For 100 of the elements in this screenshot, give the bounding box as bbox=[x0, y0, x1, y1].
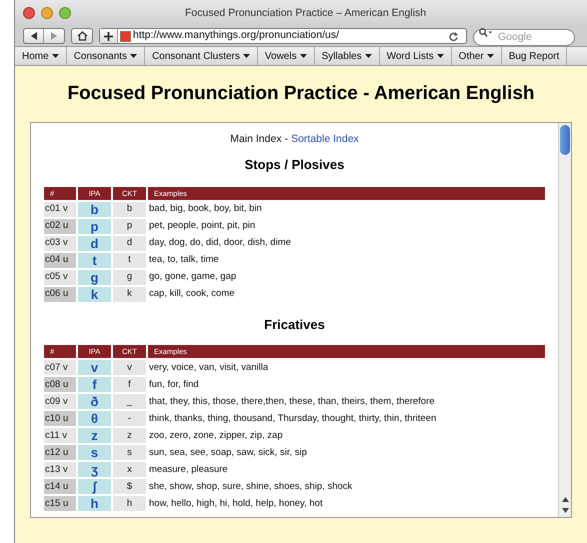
dropdown-arrow-icon bbox=[130, 54, 138, 58]
table-cell: c04 u bbox=[44, 252, 76, 268]
close-button[interactable] bbox=[23, 7, 35, 19]
section-heading: Fricatives bbox=[264, 316, 325, 334]
add-bookmark-button[interactable] bbox=[100, 29, 118, 43]
ipa-symbol-link[interactable]: f bbox=[78, 377, 111, 392]
table-cell: $ bbox=[113, 479, 146, 494]
table-cell-text: day, dog, do, did, door, dish, dime bbox=[148, 236, 292, 250]
table-cell: p bbox=[113, 218, 146, 234]
table-cell: v bbox=[113, 360, 146, 376]
plus-icon bbox=[104, 32, 113, 40]
table-cell-text: measure, pleasure bbox=[148, 462, 229, 477]
ipa-symbol-link[interactable]: z bbox=[78, 428, 111, 444]
table-cell: k bbox=[113, 286, 146, 302]
bookmark-menu[interactable]: Vowels bbox=[258, 47, 315, 65]
dropdown-arrow-icon bbox=[52, 54, 59, 58]
back-icon bbox=[30, 32, 38, 40]
table-cell: - bbox=[113, 411, 146, 426]
table-cell-text: tea, to, talk, time bbox=[148, 253, 220, 268]
table-cell: c03 v bbox=[44, 236, 76, 251]
table-cell: t bbox=[113, 252, 146, 268]
table-cell-text: zoo, zero, zone, zipper, zip, zap bbox=[148, 428, 284, 443]
table-cell-text: cap, kill, cook, come bbox=[148, 287, 236, 302]
table-cell: c11 v bbox=[44, 428, 76, 444]
table-cell: d bbox=[113, 236, 146, 251]
section-heading: Stops / Plosives bbox=[244, 156, 344, 174]
zoom-button[interactable] bbox=[59, 7, 71, 19]
address-bar[interactable]: http://www.manythings.org/pronunciation/us/ bbox=[99, 28, 467, 44]
table-cell: c15 u bbox=[44, 496, 76, 512]
ipa-symbol-link[interactable]: ð bbox=[78, 394, 111, 410]
table-cell: f bbox=[113, 377, 146, 392]
bookmark-menu[interactable]: Consonant Clusters bbox=[145, 47, 258, 65]
reload-icon bbox=[449, 32, 458, 40]
table-cell: h bbox=[113, 496, 146, 512]
table-cell: c05 v bbox=[44, 270, 76, 285]
table-cell-text: think, thanks, thing, thousand, Thursday, thought, thirty, thin, thriteen bbox=[148, 412, 438, 426]
table-cell-text: she, show, shop, sure, shine, shoes, ship, shock bbox=[148, 480, 354, 494]
minimize-button[interactable] bbox=[41, 7, 53, 19]
sortable-index-link[interactable]: Sortable Index bbox=[291, 132, 359, 148]
ipa-symbol-link[interactable]: t bbox=[78, 252, 111, 268]
forward-icon bbox=[50, 32, 58, 40]
dropdown-arrow-icon bbox=[486, 54, 494, 58]
ipa-symbol-link[interactable]: d bbox=[78, 236, 111, 251]
table-cell: c01 v bbox=[44, 202, 76, 217]
bookmark-menu[interactable]: Bug Report bbox=[502, 47, 568, 65]
separator-text: - bbox=[284, 132, 288, 146]
table-cell: c02 u bbox=[44, 218, 76, 234]
table-cell-text: pet, people, point, pit, pin bbox=[148, 219, 256, 234]
bookmark-menu[interactable]: Word Lists bbox=[380, 47, 452, 65]
home-icon bbox=[76, 31, 88, 41]
table-cell-text: go, gone, game, gap bbox=[148, 270, 238, 284]
dropdown-arrow-icon bbox=[242, 54, 250, 58]
table-cell-text: sun, sea, see, soap, saw, sick, sir, sip bbox=[148, 446, 308, 460]
table-cell: b bbox=[113, 202, 146, 217]
ipa-symbol-link[interactable]: θ bbox=[78, 411, 111, 426]
table-cell: c06 u bbox=[44, 286, 76, 302]
table-cell-text: that, they, this, those, there,then, these, than, theirs, them, therefore bbox=[148, 394, 436, 409]
ipa-symbol-link[interactable]: b bbox=[78, 202, 111, 217]
scrollbar[interactable] bbox=[558, 122, 571, 516]
ipa-symbol-link[interactable]: v bbox=[78, 360, 111, 376]
scroll-thumb[interactable] bbox=[560, 124, 570, 154]
table-cell: c08 u bbox=[44, 377, 76, 392]
bookmark-menu[interactable]: Home bbox=[15, 47, 67, 65]
dropdown-arrow-icon bbox=[364, 54, 372, 58]
ipa-symbol-link[interactable]: g bbox=[78, 270, 111, 285]
ipa-symbol-link[interactable]: ʃ bbox=[78, 479, 111, 494]
table-cell: g bbox=[113, 270, 146, 285]
table-cell: z bbox=[113, 428, 146, 444]
url-text: http://www.manythings.org/pronunciation/us/ bbox=[133, 28, 340, 44]
dropdown-arrow-icon bbox=[436, 54, 444, 58]
search-field[interactable]: Google bbox=[473, 28, 575, 46]
table-cell: _ bbox=[113, 394, 146, 410]
window-title: Focused Pronunciation Practice – American English bbox=[185, 6, 426, 21]
table-cell-text: how, hello, high, hi, hold, help, honey, hot bbox=[148, 496, 324, 511]
search-icon bbox=[479, 28, 492, 37]
bookmark-menu[interactable]: Consonants bbox=[66, 47, 146, 65]
table-cell: c07 v bbox=[44, 360, 76, 376]
table-cell-text: bad, big, book, boy, bit, bin bbox=[148, 202, 263, 216]
site-icon bbox=[120, 30, 131, 42]
table-cell-text: very, voice, van, visit, vanilla bbox=[148, 360, 270, 375]
table-cell: c09 v bbox=[44, 394, 76, 410]
table-cell: c12 u bbox=[44, 445, 76, 460]
table-cell: x bbox=[113, 462, 146, 478]
ipa-symbol-link[interactable]: h bbox=[78, 496, 111, 512]
ipa-symbol-link[interactable]: s bbox=[78, 445, 111, 460]
dropdown-arrow-icon bbox=[300, 54, 307, 58]
home-button[interactable] bbox=[71, 28, 93, 44]
table-cell: c10 u bbox=[44, 411, 76, 426]
table-cell-text: fun, for, find bbox=[148, 378, 200, 392]
scroll-arrows-icon[interactable] bbox=[562, 496, 568, 512]
ipa-symbol-link[interactable]: p bbox=[78, 218, 111, 234]
bookmark-menu[interactable]: Syllables bbox=[314, 47, 380, 65]
table-cell: c14 u bbox=[44, 479, 76, 494]
bookmark-menu[interactable]: Other bbox=[452, 47, 502, 65]
current-index-label: Main Index bbox=[230, 132, 282, 146]
ipa-symbol-link[interactable]: ʒ bbox=[78, 462, 111, 478]
ipa-symbol-link[interactable]: k bbox=[78, 286, 111, 302]
page-heading: Focused Pronunciation Practice - American English bbox=[67, 82, 534, 106]
table-cell: c13 v bbox=[44, 462, 76, 478]
table-cell: s bbox=[113, 445, 146, 460]
